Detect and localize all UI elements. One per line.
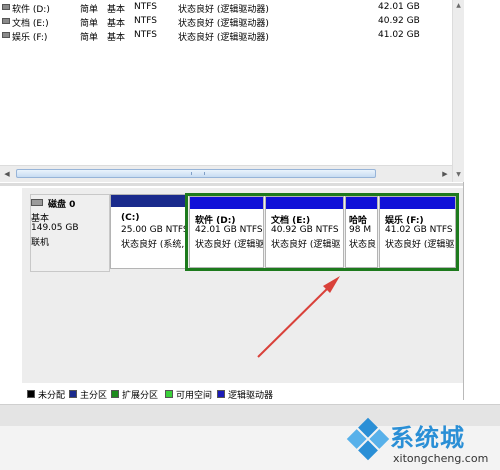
windows-logo-icon [346,417,390,461]
annotation-arrow-icon [257,276,340,358]
watermark-text: 系统城 [390,424,465,452]
watermark-url: xitongcheng.com [393,452,489,465]
watermark-logo: 系统城 xitongcheng.com [343,410,500,470]
